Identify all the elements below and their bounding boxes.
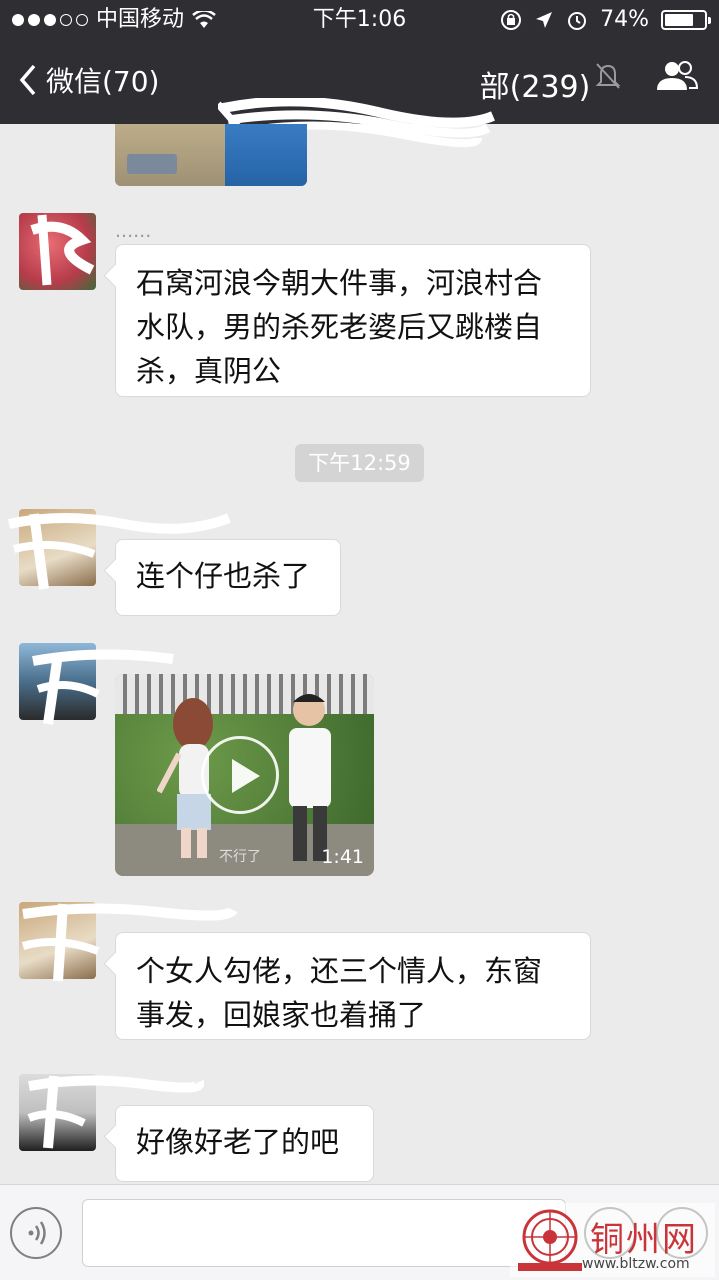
battery-icon xyxy=(661,10,711,30)
battery-percent: 74% xyxy=(600,7,649,32)
watermark-name: 铜州网 xyxy=(590,1220,698,1260)
message-bubble[interactable]: 石窝河浪今朝大件事，河浪村合 水队，男的杀死老婆后又跳楼自 杀，真阴公 xyxy=(115,244,591,397)
video-message[interactable]: 不行了 1:41 xyxy=(115,674,374,876)
image-message[interactable] xyxy=(115,124,307,186)
back-label: 微信(70) xyxy=(46,65,160,98)
play-icon[interactable] xyxy=(201,736,279,814)
message-bubble[interactable]: 连个仔也杀了 xyxy=(115,539,341,616)
back-button[interactable]: 微信(70) xyxy=(18,60,159,100)
message-text-line: 水队，男的杀死老婆后又跳楼自 xyxy=(136,310,543,344)
nav-icons xyxy=(595,60,699,92)
watermark-url: www.bltzw.com xyxy=(582,1256,690,1272)
message-text: 连个仔也杀了 xyxy=(136,559,311,593)
location-icon xyxy=(536,12,553,28)
video-caption: 不行了 xyxy=(219,849,261,865)
image-object xyxy=(127,154,177,174)
avatar[interactable] xyxy=(19,1074,96,1151)
video-person-man xyxy=(289,694,331,861)
message-text-line: 石窝河浪今朝大件事，河浪村合 xyxy=(136,266,543,300)
group-members-icon[interactable] xyxy=(655,60,699,92)
sender-name: ...... xyxy=(115,220,152,242)
nav-bar: 微信(70) 部(239) xyxy=(0,40,719,148)
message-bubble[interactable]: 个女人勾佬，还三个情人，东窗 事发，回娘家也着捅了 xyxy=(115,932,591,1040)
message-text-line: 个女人勾佬，还三个情人，东窗 xyxy=(136,954,543,988)
voice-button[interactable] xyxy=(10,1207,62,1259)
chat-area[interactable]: ...... 石窝河浪今朝大件事，河浪村合 水队，男的杀死老婆后又跳楼自 杀，真… xyxy=(0,124,719,1184)
status-right-group: 74% xyxy=(500,0,711,40)
message-text: 好像好老了的吧 xyxy=(136,1125,340,1159)
avatar[interactable] xyxy=(19,509,96,586)
avatar[interactable] xyxy=(19,213,96,290)
status-bar: 中国移动 下午1:06 74% xyxy=(0,0,719,40)
chevron-left-icon xyxy=(19,64,36,96)
timestamp-pill: 下午12:59 xyxy=(295,444,424,482)
top-bar: 中国移动 下午1:06 74% 微信(70) 部(239) xyxy=(0,0,719,148)
image-blue-tarp xyxy=(225,124,307,186)
rotation-lock-icon xyxy=(501,10,522,30)
video-duration: 1:41 xyxy=(321,846,364,868)
message-text-line: 事发，回娘家也着捅了 xyxy=(136,998,427,1032)
alarm-icon xyxy=(568,12,587,30)
message-input[interactable] xyxy=(82,1199,566,1267)
message-text-line: 杀，真阴公 xyxy=(136,354,282,388)
voice-icon xyxy=(28,1221,46,1245)
mute-icon xyxy=(595,63,621,89)
avatar[interactable] xyxy=(19,902,96,979)
message-bubble[interactable]: 好像好老了的吧 xyxy=(115,1105,374,1182)
avatar[interactable] xyxy=(19,643,96,720)
